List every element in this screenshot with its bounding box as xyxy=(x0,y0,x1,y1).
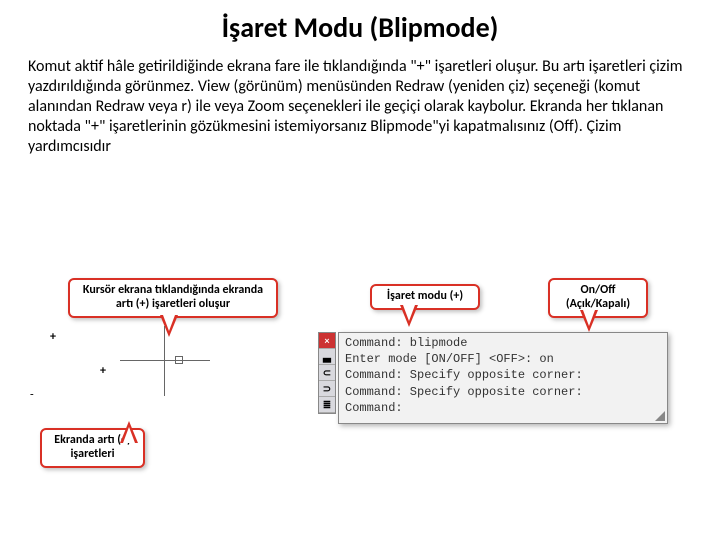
dash-mark: - xyxy=(30,388,34,402)
command-line: Command: Specify opposite corner: xyxy=(345,367,661,383)
callout-onoff-pointer xyxy=(580,310,598,332)
cursor-pickbox xyxy=(175,356,183,364)
diagram-area: Kursör ekrana tıklandığında ekranda artı… xyxy=(0,260,720,520)
crosshair-v xyxy=(164,326,165,396)
callout-mode: İşaret modu (+) xyxy=(370,284,480,310)
plus-mark: + xyxy=(50,330,56,344)
callout-mode-pointer xyxy=(400,305,418,327)
close-icon[interactable]: × xyxy=(319,333,335,349)
toolbar-icon[interactable]: ▃ xyxy=(319,349,335,365)
description-paragraph: Komut aktif hâle getirildiğinde ekrana f… xyxy=(28,57,692,157)
plus-mark: + xyxy=(100,364,106,378)
callout-cursor-pointer xyxy=(160,315,178,337)
command-line: Command: Specify opposite corner: xyxy=(345,384,661,400)
page-title: İşaret Modu (Blipmode) xyxy=(0,10,720,45)
callout-plus-pointer xyxy=(120,421,138,443)
command-line: Command: xyxy=(345,400,661,416)
toolbar-icon[interactable]: ⊂ xyxy=(319,365,335,381)
command-window[interactable]: Command: blipmode Enter mode [ON/OFF] <O… xyxy=(338,332,668,424)
toolbar-icon[interactable]: ⊃ xyxy=(319,381,335,397)
command-line: Command: blipmode xyxy=(345,335,661,351)
toolbar-icon[interactable]: ≣ xyxy=(319,397,335,413)
callout-cursor: Kursör ekrana tıklandığında ekranda artı… xyxy=(68,278,278,318)
crosshair-h xyxy=(120,360,210,361)
callout-onoff: On/Off (Açık/Kapalı) xyxy=(548,278,648,318)
resize-grip-icon[interactable] xyxy=(655,411,665,421)
side-toolbar[interactable]: × ▃ ⊂ ⊃ ≣ xyxy=(318,332,336,414)
command-line: Enter mode [ON/OFF] <OFF>: on xyxy=(345,351,661,367)
